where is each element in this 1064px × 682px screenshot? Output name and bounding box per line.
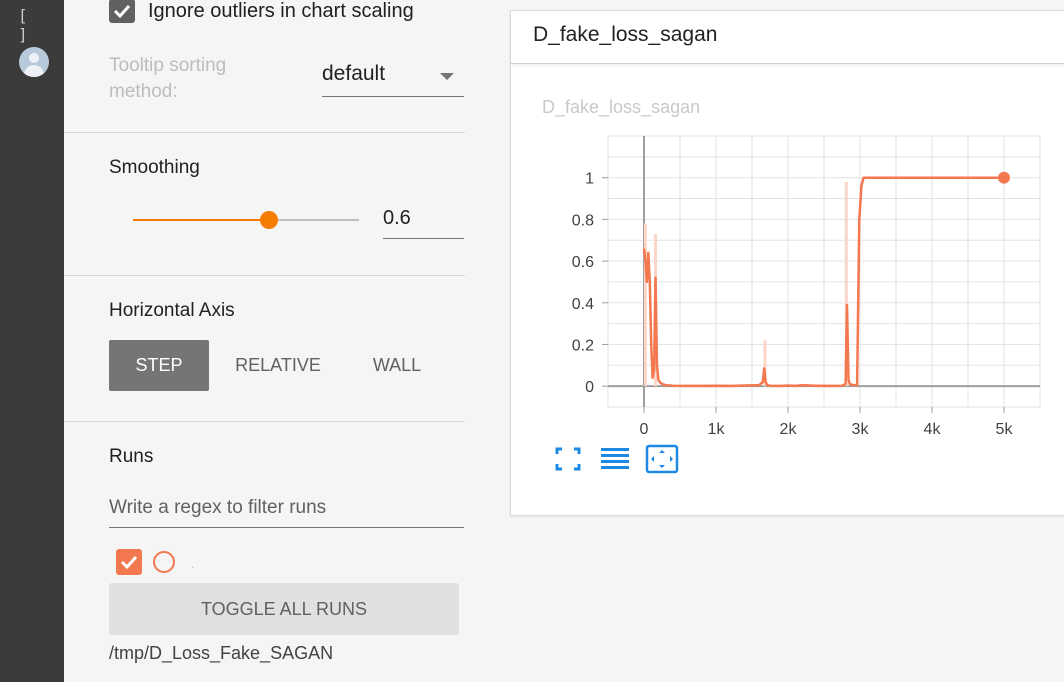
account-circle-icon[interactable] <box>19 47 49 77</box>
expand-glyph <box>645 444 679 474</box>
divider <box>64 132 465 133</box>
run-path: /tmp/D_Loss_Fake_SAGAN <box>109 643 334 663</box>
ignore-outliers-label: Ignore outliers in chart scaling <box>148 0 414 22</box>
run-checkbox[interactable] <box>116 549 142 575</box>
smoothing-slider[interactable] <box>133 207 359 233</box>
y-tick-label: 0.4 <box>572 296 594 313</box>
x-tick-label: 4k <box>924 421 942 438</box>
ignore-outliers-checkbox[interactable] <box>109 0 135 23</box>
series-end-marker <box>998 171 1010 184</box>
x-tick-label: 2k <box>780 421 798 438</box>
run-filter-input[interactable]: Write a regex to filter runs <box>109 491 464 528</box>
divider <box>64 275 465 276</box>
divider <box>64 421 465 422</box>
y-tick-label: 0.8 <box>572 212 594 229</box>
smoothing-title: Smoothing <box>109 157 200 178</box>
toggle-log-scale-icon[interactable] <box>598 443 632 475</box>
tooltip-sorting-label: Tooltip sorting method: <box>109 55 227 102</box>
line-chart[interactable]: 0 0.2 0.4 0.6 0.8 1 0 1k 2k 3k 4k 5k <box>511 11 1064 441</box>
lines-glyph <box>601 448 629 469</box>
smoothing-value-input[interactable]: 0.6 <box>383 203 464 239</box>
left-rail: [ ] <box>0 0 64 682</box>
settings-panel: Ignore outliers in chart scaling Tooltip… <box>64 0 510 682</box>
chart-card: D_fake_loss_sagan D_fake_loss_sagan 0 0.2… <box>510 10 1064 516</box>
x-tick-label: 3k <box>852 421 870 438</box>
avatar-body <box>24 65 44 77</box>
x-tick-label: 0 <box>640 421 649 438</box>
axis-step-button[interactable]: STEP <box>109 340 209 391</box>
fit-domain-icon[interactable] <box>551 443 585 475</box>
horizontal-axis-title: Horizontal Axis <box>109 300 235 321</box>
run-radio-button[interactable] <box>153 551 175 573</box>
slider-fill <box>133 219 269 221</box>
check-icon <box>120 555 138 570</box>
y-tick-label: 0.2 <box>572 337 594 354</box>
run-label: . <box>191 557 195 571</box>
expand-icon[interactable] <box>645 443 679 475</box>
x-tick-label: 1k <box>708 421 726 438</box>
y-tick-label: 0.6 <box>572 254 594 271</box>
check-icon <box>113 4 131 19</box>
tooltip-sorting-dropdown[interactable]: default <box>322 60 464 97</box>
chevron-down-icon <box>440 73 454 80</box>
fit-domain-glyph <box>555 447 581 471</box>
runs-title: Runs <box>109 446 154 467</box>
avatar-head <box>29 53 39 63</box>
x-tick-label: 5k <box>996 421 1014 438</box>
axis-wall-button[interactable]: WALL <box>361 340 433 391</box>
brackets-icon[interactable]: [ ] <box>18 6 64 44</box>
y-tick-label: 1 <box>585 171 594 188</box>
slider-knob[interactable] <box>259 211 278 229</box>
y-tick-label: 0 <box>585 379 594 396</box>
tooltip-sorting-value: default <box>322 62 386 85</box>
axis-relative-button[interactable]: RELATIVE <box>227 340 329 391</box>
toggle-all-runs-button[interactable]: TOGGLE ALL RUNS <box>109 583 459 635</box>
